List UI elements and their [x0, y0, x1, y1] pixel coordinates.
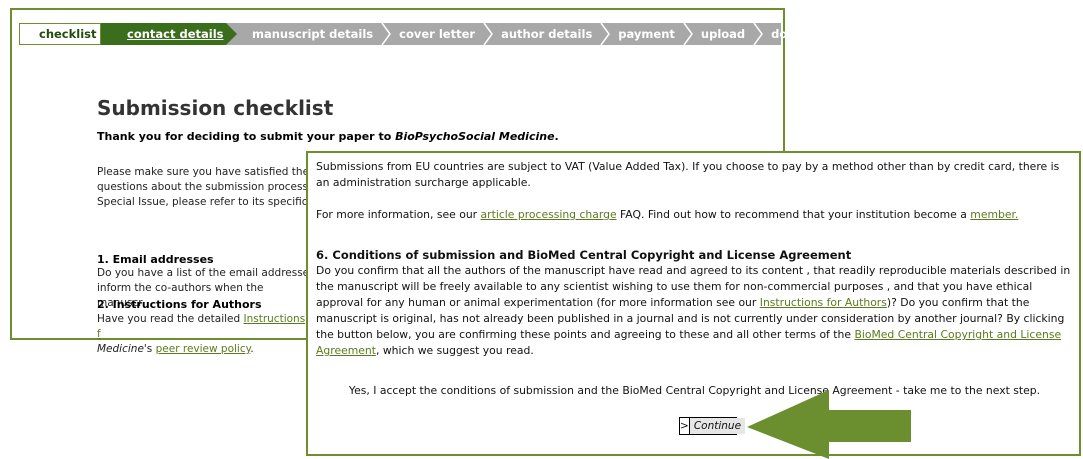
instructions-line: Have you read the detailed — [97, 313, 244, 325]
instructions-text: Have you read the detailed Instructions … — [97, 312, 312, 357]
conditions-part: , which we suggest you read. — [375, 344, 534, 357]
step-upload[interactable]: upload — [683, 23, 753, 45]
thanks-prefix: Thank you for deciding to submit your pa… — [97, 130, 396, 143]
step-cover-letter[interactable]: cover letter — [381, 23, 483, 45]
step-label: manuscript details — [252, 27, 374, 41]
step-label: upload — [700, 27, 746, 41]
large-left-arrow-icon — [747, 390, 911, 459]
more-info-text: For more information, see our article pr… — [316, 207, 1076, 223]
step-label: checklist — [39, 27, 97, 41]
step-label: payment — [618, 27, 675, 41]
intro-line: Special Issue, please refer to its speci… — [97, 196, 308, 208]
step-payment[interactable]: payment — [600, 23, 683, 45]
intro-line: questions about the submission process, — [97, 181, 312, 193]
email-line: Do you have a list of the email addresse — [97, 267, 310, 279]
conditions-heading: 6. Conditions of submission and BioMed C… — [316, 248, 852, 262]
vat-notice: Submissions from EU countries are subjec… — [316, 160, 1060, 189]
article-processing-charge-link[interactable]: article processing charge — [481, 208, 617, 221]
intro-line: Please make sure you have satisfied the — [97, 166, 310, 178]
email-heading: 1. Email addresses — [97, 253, 214, 266]
continue-button[interactable]: > Continue — [679, 417, 746, 435]
continue-label: Continue — [689, 418, 746, 434]
journal-name: BioPsychoSocial Medicine — [395, 130, 555, 143]
step-label: author details — [501, 27, 593, 41]
step-checklist[interactable]: checklist — [19, 23, 111, 45]
page-title: Submission checklist — [97, 96, 334, 120]
step-author-details[interactable]: author details — [483, 23, 600, 45]
thanks-text: Thank you for deciding to submit your pa… — [97, 130, 559, 143]
conditions-text: Do you confirm that all the authors of t… — [316, 263, 1074, 359]
submission-steps-bar: checklist contact details manuscript det… — [19, 23, 803, 45]
instructions-heading: 2. Instructions for Authors — [97, 298, 262, 311]
step-done[interactable]: done — [753, 23, 811, 45]
member-link[interactable]: member. — [970, 208, 1018, 221]
step-label: cover letter — [399, 27, 476, 41]
step-manuscript-details[interactable]: manuscript details — [226, 23, 381, 45]
thanks-suffix: . — [554, 130, 559, 143]
conditions-page-panel: Submissions from EU countries are subjec… — [306, 151, 1081, 456]
chevron-right-icon: > — [680, 418, 690, 434]
intro-text: Please make sure you have satisfied the … — [97, 165, 312, 210]
instructions-for-authors-link[interactable]: Instructions for Authors — [760, 296, 887, 309]
accept-statement: Yes, I accept the conditions of submissi… — [348, 384, 1041, 397]
step-label: contact details — [127, 27, 224, 41]
instructions-line: 's — [143, 343, 156, 355]
step-label: done — [771, 27, 804, 41]
step-contact-details[interactable]: contact details — [101, 23, 237, 45]
more-info-mid: FAQ. Find out how to recommend that your… — [616, 208, 971, 221]
instructions-line: . — [250, 343, 254, 355]
peer-review-policy-link[interactable]: peer review policy — [156, 343, 251, 355]
more-info-prefix: For more information, see our — [316, 208, 481, 221]
journal-name: Medicine — [97, 343, 144, 355]
